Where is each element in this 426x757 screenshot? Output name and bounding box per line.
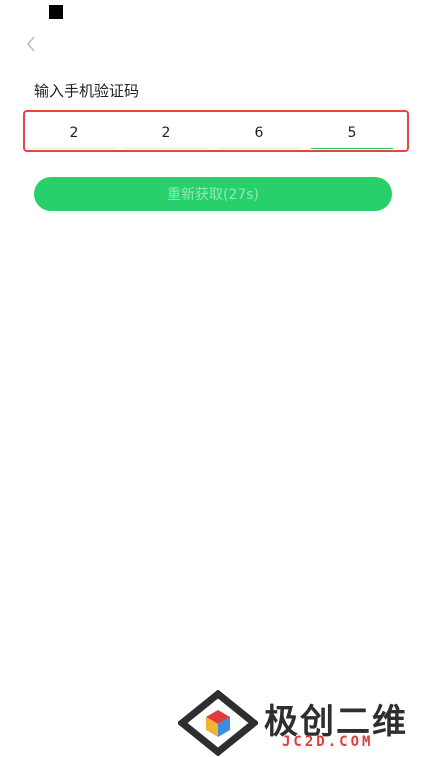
cube-logo-icon [178, 690, 258, 756]
watermark-logo: 极创二维 JC2D.COM [178, 690, 418, 756]
resend-code-button[interactable]: 重新获取(27s) [34, 177, 392, 211]
code-digit-2[interactable]: 2 [125, 122, 207, 149]
status-indicator [49, 5, 63, 19]
chevron-left-icon [26, 36, 35, 52]
code-digit-1[interactable]: 2 [33, 122, 115, 149]
code-digit-4[interactable]: 5 [311, 122, 393, 149]
page-title: 输入手机验证码 [34, 82, 140, 100]
code-digit-3[interactable]: 6 [218, 122, 300, 149]
back-button[interactable] [22, 34, 40, 54]
watermark-text-en: JC2D.COM [282, 734, 374, 750]
verification-code-box: 2 2 6 5 [23, 110, 409, 152]
